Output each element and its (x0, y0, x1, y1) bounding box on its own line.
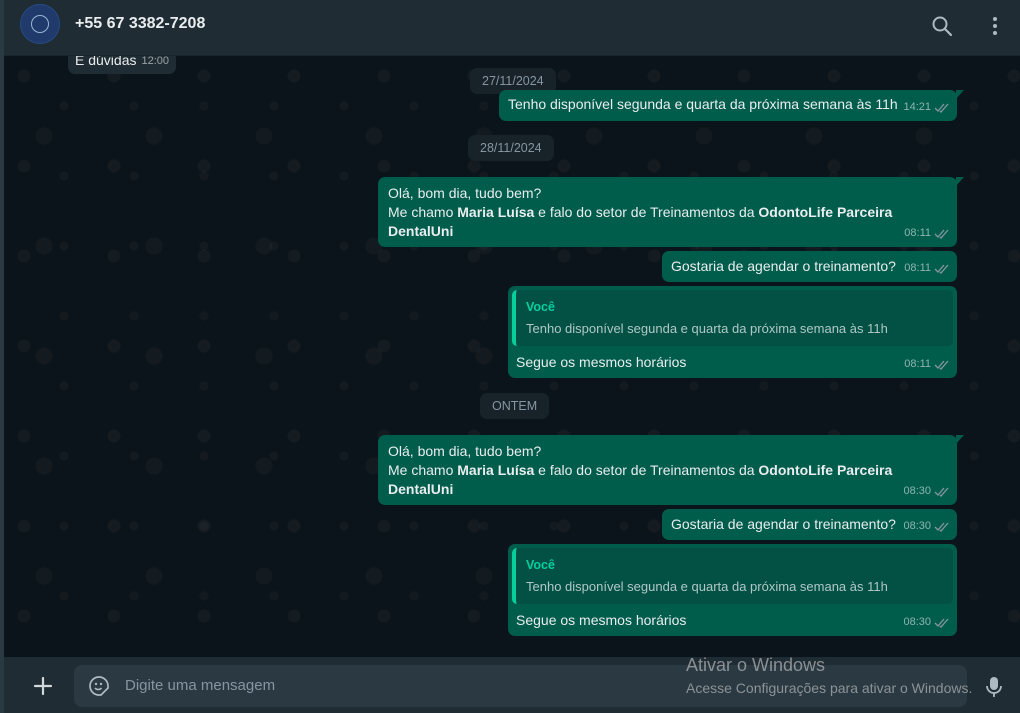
avatar[interactable] (20, 4, 60, 44)
message-meta: 14:21 (903, 98, 950, 117)
input-placeholder: Digite uma mensagem (125, 677, 276, 694)
message-text: Gostaria de agendar o treinamento? (671, 516, 896, 532)
message-time: 12:00 (141, 56, 169, 71)
chat-area[interactable]: E dúvidas 12:00 27/11/2024 Tenho disponí… (4, 56, 1020, 657)
bubble-tail (956, 435, 964, 444)
message-meta: 08:11 (904, 259, 950, 278)
double-check-icon (934, 103, 949, 113)
windows-activation-title: Ativar o Windows (686, 655, 826, 675)
search-icon[interactable] (930, 14, 954, 38)
avatar-logo (31, 15, 49, 33)
sticker-icon[interactable] (88, 675, 110, 697)
double-check-icon (934, 264, 949, 274)
double-check-icon (934, 522, 949, 532)
message-outgoing-reply[interactable]: Você Tenho disponível segunda e quarta d… (508, 286, 957, 378)
text-run: e falo do setor de Treinamentos da (534, 204, 759, 220)
message-line: Me chamo Maria Luísa e falo do setor de … (388, 461, 918, 499)
time-text: 08:11 (904, 262, 931, 274)
message-outgoing[interactable]: Gostaria de agendar o treinamento? 08:30 (662, 509, 957, 540)
time-text: 14:21 (903, 101, 931, 113)
mic-icon[interactable] (984, 675, 1004, 699)
message-text: Tenho disponível segunda e quarta da pró… (508, 96, 898, 112)
date-chip: 28/11/2024 (468, 135, 554, 161)
message-meta: 08:11 (904, 224, 950, 243)
menu-icon[interactable] (983, 14, 1007, 38)
chat-header: +55 67 3382-7208 (4, 0, 1020, 56)
message-text: Olá, bom dia, tudo bem? Me chamo Maria L… (388, 184, 918, 241)
message-line: Olá, bom dia, tudo bem? (388, 185, 542, 201)
bold-name: Maria Luísa (457, 204, 535, 220)
message-text: Olá, bom dia, tudo bem? Me chamo Maria L… (388, 442, 918, 499)
message-text: Segue os mesmos horários (516, 354, 687, 370)
contact-name[interactable]: +55 67 3382-7208 (75, 15, 205, 33)
bold-name: Maria Luísa (457, 462, 535, 478)
time-text: 08:30 (903, 485, 931, 497)
time-text: 08:30 (903, 520, 931, 532)
message-meta: 08:30 (903, 482, 950, 501)
quote-text: Tenho disponível segunda e quarta da pró… (526, 321, 888, 336)
double-check-icon (934, 487, 949, 497)
text-run: Me chamo (388, 204, 458, 220)
double-check-icon (934, 229, 949, 239)
message-outgoing-reply[interactable]: Você Tenho disponível segunda e quarta d… (508, 544, 957, 636)
quote-author: Você (526, 300, 555, 314)
message-outgoing[interactable]: Olá, bom dia, tudo bem? Me chamo Maria L… (378, 177, 964, 247)
message-outgoing[interactable]: Olá, bom dia, tudo bem? Me chamo Maria L… (378, 435, 964, 505)
message-meta: 08:30 (903, 517, 950, 536)
double-check-icon (934, 360, 949, 370)
date-chip: ONTEM (480, 393, 550, 419)
message-incoming[interactable]: E dúvidas 12:00 (68, 56, 176, 74)
bubble-tail (956, 177, 964, 186)
message-text: Gostaria de agendar o treinamento? (671, 258, 896, 274)
quote-author: Você (526, 558, 555, 572)
message-text: E dúvidas (75, 56, 137, 68)
bubble-tail (956, 90, 964, 99)
message-meta: 08:11 (904, 355, 950, 374)
windows-activation-subtitle: Acesse Configurações para ativar o Windo… (686, 680, 973, 696)
message-outgoing[interactable]: Gostaria de agendar o treinamento? 08:11 (662, 251, 957, 282)
time-text: 08:11 (904, 358, 931, 370)
quote-text: Tenho disponível segunda e quarta da pró… (526, 579, 888, 594)
text-run: Me chamo (388, 462, 458, 478)
plus-icon[interactable] (31, 674, 55, 698)
time-text: 08:30 (903, 616, 931, 628)
message-outgoing[interactable]: Tenho disponível segunda e quarta da pró… (499, 90, 964, 121)
message-text: Segue os mesmos horários (516, 612, 687, 628)
message-line: Olá, bom dia, tudo bem? (388, 443, 542, 459)
quoted-message[interactable]: Você Tenho disponível segunda e quarta d… (512, 548, 953, 604)
quoted-message[interactable]: Você Tenho disponível segunda e quarta d… (512, 290, 953, 346)
message-meta: 08:30 (903, 613, 950, 632)
time-text: 12:00 (141, 56, 169, 67)
double-check-icon (934, 618, 949, 628)
text-run: e falo do setor de Treinamentos da (534, 462, 759, 478)
message-line: Me chamo Maria Luísa e falo do setor de … (388, 203, 918, 241)
time-text: 08:11 (904, 227, 931, 239)
